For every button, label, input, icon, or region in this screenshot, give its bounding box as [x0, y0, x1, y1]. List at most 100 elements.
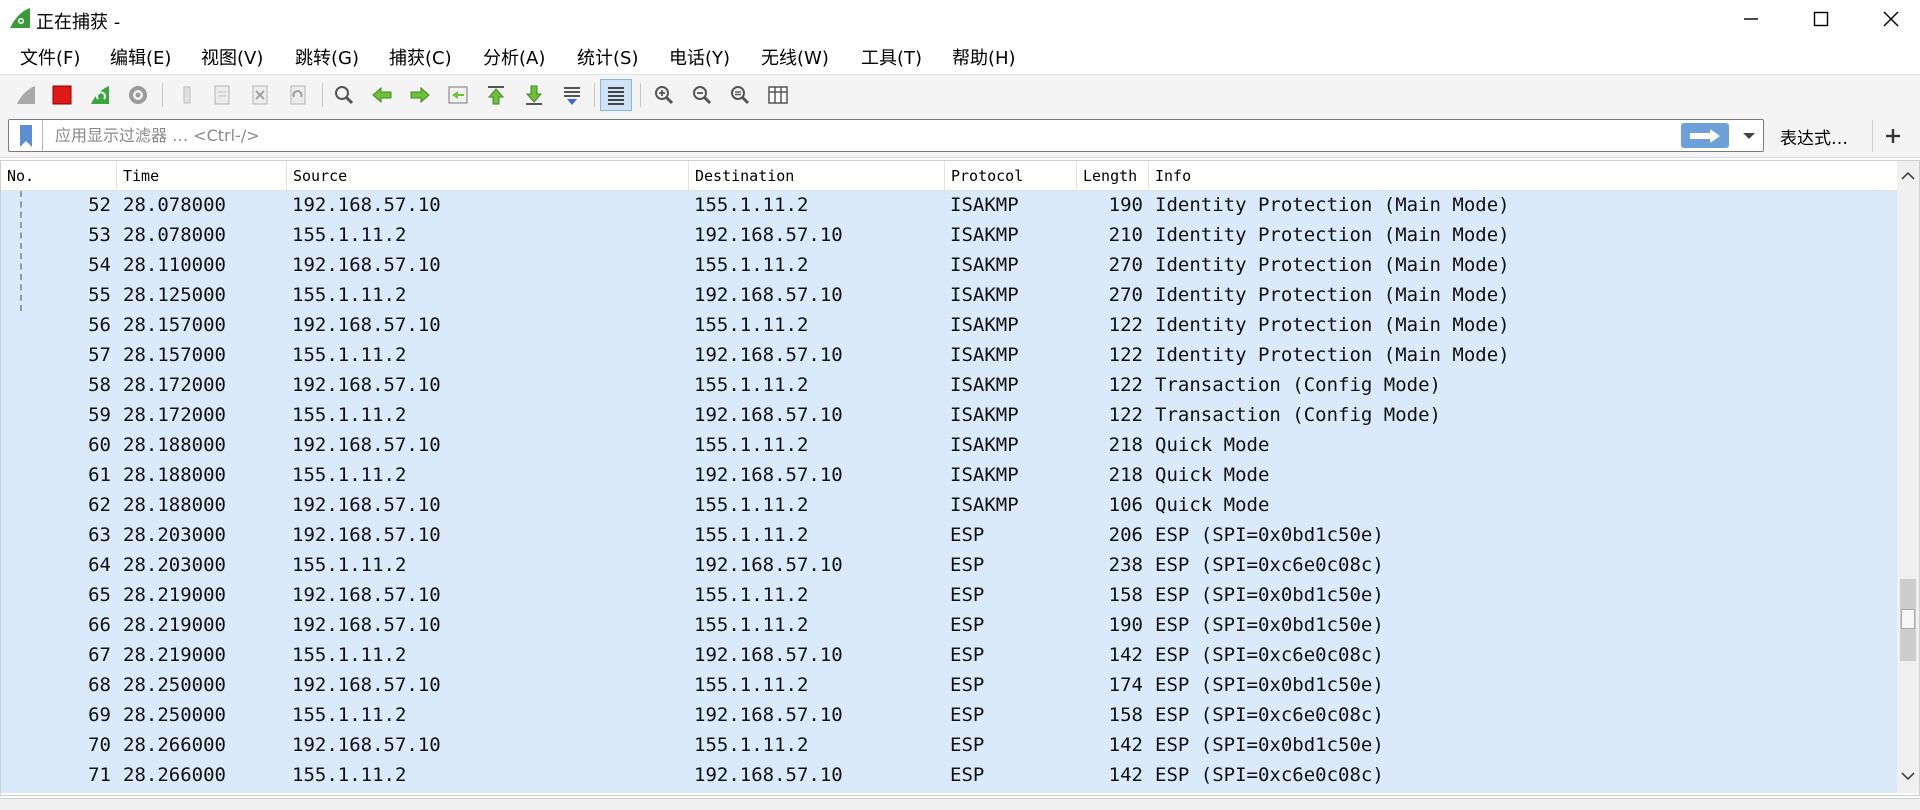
- cell-length: 190: [1108, 614, 1143, 636]
- cell-protocol: ESP: [950, 674, 985, 696]
- packet-row[interactable]: 60 28.188000 192.168.57.10 155.1.11.2 ISAKMP…: [1, 431, 1897, 461]
- menu-file[interactable]: 文件(F): [18, 44, 82, 70]
- menu-go[interactable]: 跳转(G): [293, 44, 361, 70]
- goto-packet-button[interactable]: [442, 79, 474, 111]
- cell-info: ESP (SPI=0xc6e0c08c): [1155, 704, 1384, 726]
- packet-row[interactable]: 67 28.219000 155.1.11.2 192.168.57.10 ESP 142…: [1, 641, 1897, 671]
- maximize-button[interactable]: [1786, 0, 1856, 38]
- go-back-button[interactable]: [366, 79, 398, 111]
- normal-size-button[interactable]: [724, 79, 756, 111]
- packet-row[interactable]: 55 28.125000 155.1.11.2 192.168.57.10 ISAKMP…: [1, 281, 1897, 311]
- go-forward-button[interactable]: [404, 79, 436, 111]
- reload-button[interactable]: [282, 79, 314, 111]
- column-header-length[interactable]: Length: [1077, 161, 1149, 191]
- shark-fin-start-icon: [17, 86, 35, 104]
- minimize-button[interactable]: [1716, 0, 1786, 38]
- cell-time: 28.172000: [123, 404, 226, 426]
- cell-info: Transaction (Config Mode): [1155, 404, 1441, 426]
- first-packet-button[interactable]: [480, 79, 512, 111]
- open-file-button[interactable]: [172, 79, 204, 111]
- expression-button[interactable]: 表达式…: [1780, 124, 1848, 149]
- packet-row[interactable]: 69 28.250000 155.1.11.2 192.168.57.10 ESP 158…: [1, 701, 1897, 731]
- packet-row[interactable]: 58 28.172000 192.168.57.10 155.1.11.2 ISAKMP…: [1, 371, 1897, 401]
- start-capture-button[interactable]: [10, 79, 42, 111]
- column-header-protocol[interactable]: Protocol: [945, 161, 1077, 191]
- packet-row[interactable]: 71 28.266000 155.1.11.2 192.168.57.10 ESP 142…: [1, 761, 1897, 791]
- packet-row[interactable]: 62 28.188000 192.168.57.10 155.1.11.2 ISAKMP…: [1, 491, 1897, 521]
- display-filter-bar: 表达式…: [0, 114, 1920, 158]
- packet-row[interactable]: 59 28.172000 155.1.11.2 192.168.57.10 ISAKMP…: [1, 401, 1897, 431]
- colorize-button[interactable]: [600, 79, 632, 111]
- close-file-button[interactable]: [244, 79, 276, 111]
- scroll-down-button[interactable]: [1897, 765, 1919, 787]
- restart-capture-button[interactable]: [84, 79, 116, 111]
- cell-no: 54: [88, 254, 111, 276]
- cell-destination: 155.1.11.2: [694, 674, 809, 696]
- column-header-info[interactable]: Info: [1149, 161, 1897, 191]
- cell-destination: 155.1.11.2: [694, 734, 809, 756]
- menu-tools[interactable]: 工具(T): [859, 44, 924, 70]
- cell-source: 192.168.57.10: [292, 434, 441, 456]
- column-header-no[interactable]: No.: [1, 161, 117, 191]
- packet-row[interactable]: 70 28.266000 192.168.57.10 155.1.11.2 ESP 142…: [1, 731, 1897, 761]
- cell-length: 270: [1108, 284, 1143, 306]
- cell-destination: 192.168.57.10: [694, 704, 843, 726]
- packet-row[interactable]: 64 28.203000 155.1.11.2 192.168.57.10 ESP 238…: [1, 551, 1897, 581]
- column-header-source[interactable]: Source: [287, 161, 689, 191]
- display-filter-input[interactable]: [49, 120, 1689, 151]
- cell-length: 206: [1108, 524, 1143, 546]
- stop-capture-button[interactable]: [46, 79, 78, 111]
- menu-wireless[interactable]: 无线(W): [759, 44, 831, 70]
- filter-bookmark-button[interactable]: [9, 120, 43, 151]
- cell-info: ESP (SPI=0x0bd1c50e): [1155, 614, 1384, 636]
- forward-icon: [410, 86, 430, 104]
- cell-time: 28.250000: [123, 704, 226, 726]
- arrow-right-icon: [1690, 128, 1720, 143]
- chevron-down-icon: [1743, 132, 1755, 139]
- column-header-time[interactable]: Time: [117, 161, 287, 191]
- packet-row[interactable]: 65 28.219000 192.168.57.10 155.1.11.2 ESP 158…: [1, 581, 1897, 611]
- cell-source: 192.168.57.10: [292, 314, 441, 336]
- cell-time: 28.266000: [123, 734, 226, 756]
- zoom-in-button[interactable]: [648, 79, 680, 111]
- packet-row[interactable]: 68 28.250000 192.168.57.10 155.1.11.2 ESP 174…: [1, 671, 1897, 701]
- cell-source: 192.168.57.10: [292, 374, 441, 396]
- close-button[interactable]: [1856, 0, 1920, 38]
- cell-time: 28.219000: [123, 614, 226, 636]
- zoom-out-button[interactable]: [686, 79, 718, 111]
- menu-edit[interactable]: 编辑(E): [108, 44, 173, 70]
- vertical-scrollbar[interactable]: [1897, 161, 1919, 793]
- scroll-up-button[interactable]: [1897, 165, 1919, 187]
- resize-columns-button[interactable]: [762, 79, 794, 111]
- cell-time: 28.078000: [123, 224, 226, 246]
- menu-view[interactable]: 视图(V): [199, 44, 265, 70]
- menu-help[interactable]: 帮助(H): [950, 44, 1018, 70]
- packet-row[interactable]: 61 28.188000 155.1.11.2 192.168.57.10 ISAKMP…: [1, 461, 1897, 491]
- menu-statistics[interactable]: 统计(S): [575, 44, 640, 70]
- packet-row[interactable]: 57 28.157000 155.1.11.2 192.168.57.10 ISAKMP…: [1, 341, 1897, 371]
- find-packet-button[interactable]: [328, 79, 360, 111]
- autoscroll-button[interactable]: [556, 79, 588, 111]
- cell-time: 28.203000: [123, 524, 226, 546]
- filter-history-dropdown[interactable]: [1735, 120, 1763, 151]
- capture-options-button[interactable]: [122, 79, 154, 111]
- packet-row[interactable]: 56 28.157000 192.168.57.10 155.1.11.2 ISAKMP…: [1, 311, 1897, 341]
- minimize-icon: [1744, 18, 1758, 20]
- menu-telephony[interactable]: 电话(Y): [667, 44, 732, 70]
- scroll-thumb[interactable]: [1900, 579, 1916, 661]
- menu-bar: 文件(F) 编辑(E) 视图(V) 跳转(G) 捕获(C) 分析(A) 统计(S…: [0, 38, 1920, 74]
- last-packet-button[interactable]: [518, 79, 550, 111]
- packet-row[interactable]: 53 28.078000 155.1.11.2 192.168.57.10 ISAKMP…: [1, 221, 1897, 251]
- menu-capture[interactable]: 捕获(C): [387, 44, 454, 70]
- packet-row[interactable]: 63 28.203000 192.168.57.10 155.1.11.2 ESP 206…: [1, 521, 1897, 551]
- menu-analyze[interactable]: 分析(A): [481, 44, 547, 70]
- packet-row[interactable]: 54 28.110000 192.168.57.10 155.1.11.2 ISAKMP…: [1, 251, 1897, 281]
- column-header-destination[interactable]: Destination: [689, 161, 945, 191]
- apply-filter-button[interactable]: [1681, 123, 1729, 148]
- packet-row[interactable]: 52 28.078000 192.168.57.10 155.1.11.2 ISAKMP…: [1, 191, 1897, 221]
- save-file-button[interactable]: [206, 79, 238, 111]
- cell-destination: 192.168.57.10: [694, 464, 843, 486]
- packet-row[interactable]: 66 28.219000 192.168.57.10 155.1.11.2 ESP 190…: [1, 611, 1897, 641]
- add-filter-button[interactable]: [1872, 120, 1912, 152]
- cell-no: 67: [88, 644, 111, 666]
